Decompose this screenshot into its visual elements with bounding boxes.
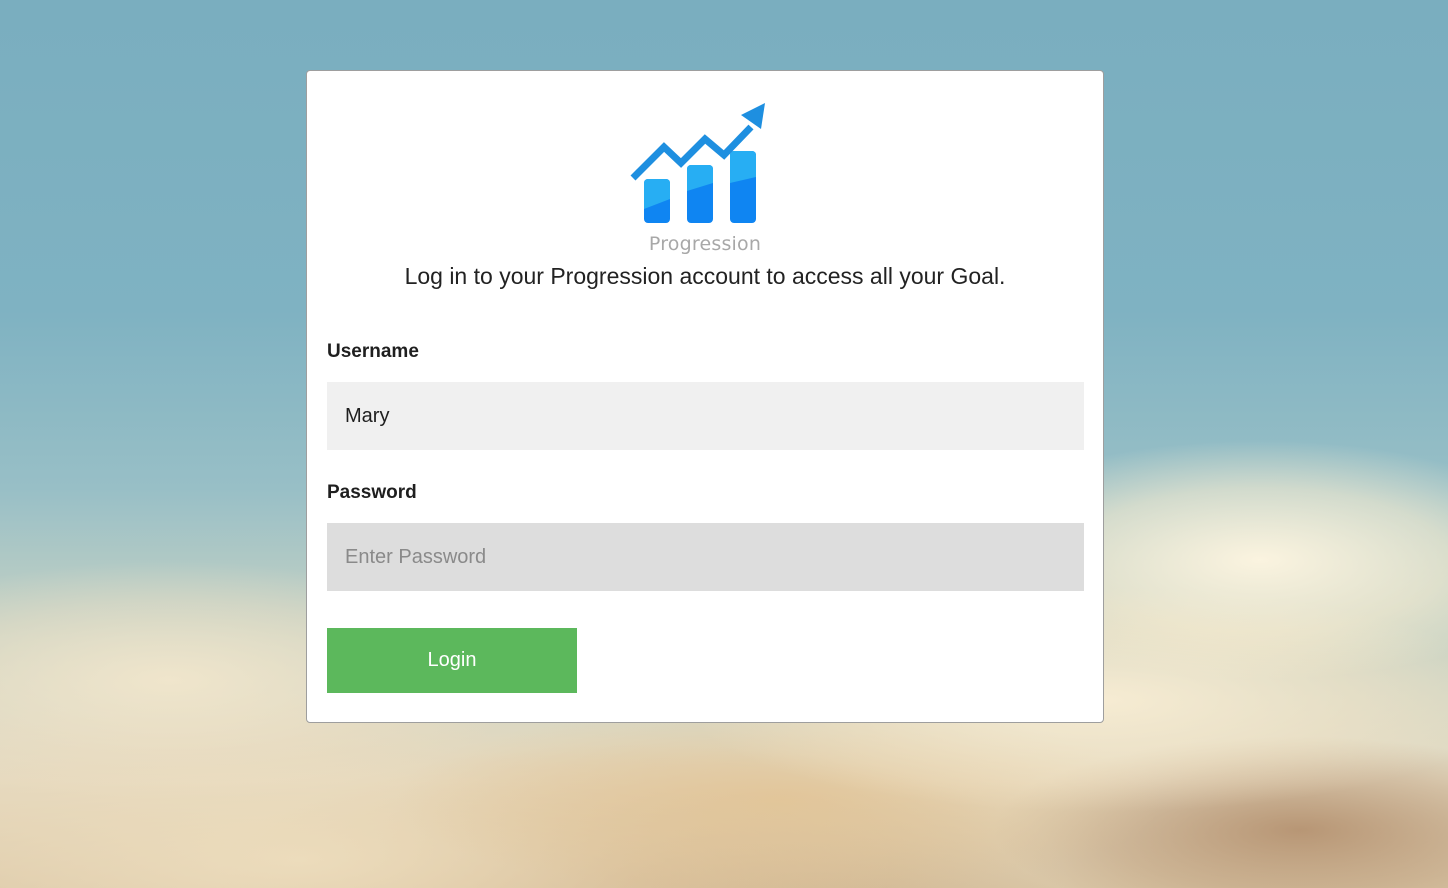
username-input[interactable]	[327, 382, 1084, 450]
login-button[interactable]: Login	[327, 628, 577, 693]
login-tagline: Log in to your Progression account to ac…	[404, 263, 1006, 289]
login-card: Progression Log in to your Progression a…	[306, 70, 1104, 723]
password-input[interactable]	[327, 523, 1084, 591]
brand-name: Progression	[648, 233, 762, 255]
username-label: Username	[327, 341, 419, 362]
growth-chart-icon	[630, 103, 765, 223]
password-label: Password	[327, 482, 417, 503]
